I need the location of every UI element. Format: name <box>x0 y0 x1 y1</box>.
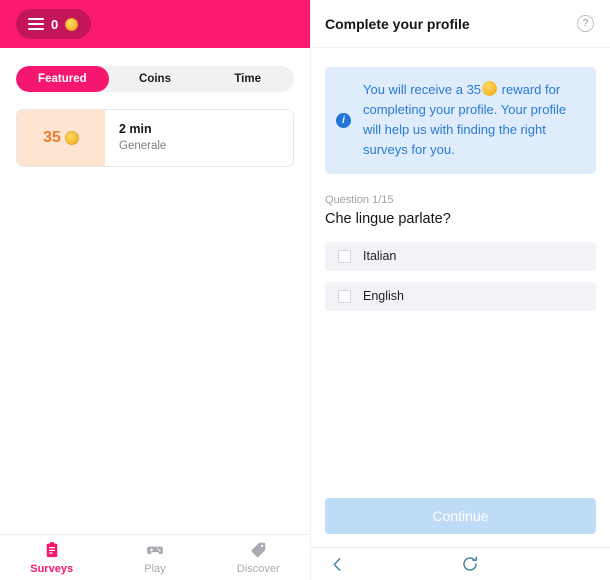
profile-body: i You will receive a 35 reward for compl… <box>311 48 610 498</box>
nav-item-play-label: Play <box>144 562 166 575</box>
app-screen: 0 Featured Coins Time 35 2 min Generale … <box>0 0 610 580</box>
reward-info-text: You will receive a 35 reward for complet… <box>363 80 584 161</box>
survey-duration: 2 min <box>119 122 152 137</box>
tab-coins-label: Coins <box>139 73 171 85</box>
menu-coin-pill[interactable]: 0 <box>16 9 92 39</box>
answer-options-list: Italian English <box>325 241 596 311</box>
clipboard-icon <box>46 541 57 557</box>
reload-button[interactable] <box>423 548 517 580</box>
info-icon-glyph: i <box>342 114 345 126</box>
surveys-body: Featured Coins Time 35 2 min Generale <box>0 48 310 534</box>
survey-reward-block: 35 <box>17 110 105 166</box>
checkbox-italian[interactable] <box>338 249 351 263</box>
continue-button[interactable]: Continue <box>325 498 596 534</box>
tag-icon <box>251 542 266 557</box>
tab-time-label: Time <box>234 73 261 85</box>
coin-balance-label: 0 <box>51 16 59 32</box>
profile-header: Complete your profile ? <box>311 0 610 48</box>
tab-featured[interactable]: Featured <box>16 66 109 92</box>
coin-icon <box>482 81 498 96</box>
coin-icon <box>64 131 79 145</box>
gamepad-icon <box>147 546 163 554</box>
nav-item-discover-label: Discover <box>236 562 280 575</box>
continue-button-container: Continue <box>311 498 610 547</box>
app-header: 0 <box>0 0 310 48</box>
survey-category: Generale <box>119 140 167 153</box>
answer-option-english-label: English <box>363 289 404 304</box>
answer-option-english[interactable]: English <box>325 281 596 311</box>
page-title: Complete your profile <box>325 15 470 32</box>
question-text: Che lingue parlate? <box>325 210 451 227</box>
nav-item-surveys-label: Surveys <box>30 562 74 575</box>
refresh-icon <box>462 556 477 571</box>
surveys-panel: 0 Featured Coins Time 35 2 min Generale … <box>0 0 310 580</box>
chevron-left-icon <box>333 557 341 571</box>
answer-option-italian-label: Italian <box>363 249 397 264</box>
tab-coins[interactable]: Coins <box>109 66 202 92</box>
hamburger-icon[interactable] <box>28 18 44 30</box>
survey-reward-amount: 35 <box>43 129 61 146</box>
tab-time[interactable]: Time <box>201 66 294 92</box>
survey-card[interactable]: 35 2 min Generale <box>16 109 294 167</box>
nav-item-surveys[interactable]: Surveys <box>0 541 103 575</box>
browser-nav-spacer <box>516 548 610 580</box>
nav-item-play[interactable]: Play <box>103 541 206 575</box>
nav-item-discover[interactable]: Discover <box>207 541 310 575</box>
question-mark-circle-icon[interactable]: ? <box>577 15 594 32</box>
browser-navigation-bar <box>311 547 610 580</box>
help-icon-glyph: ? <box>582 18 589 29</box>
bottom-navigation-bar: Surveys Play Discover <box>0 534 310 580</box>
answer-option-italian[interactable]: Italian <box>325 241 596 271</box>
profile-panel: Complete your profile ? i You will recei… <box>310 0 610 580</box>
coin-icon <box>65 17 79 31</box>
reward-info-box: i You will receive a 35 reward for compl… <box>325 67 596 174</box>
survey-card-info: 2 min Generale <box>105 110 293 166</box>
info-text-part-1: You will receive a 35 <box>363 82 482 97</box>
back-button[interactable] <box>311 548 423 580</box>
question-counter: Question 1/15 <box>325 193 394 206</box>
info-circle-icon: i <box>336 112 351 128</box>
survey-filter-tabs: Featured Coins Time <box>16 66 294 92</box>
tab-featured-label: Featured <box>38 73 87 85</box>
checkbox-english[interactable] <box>338 289 351 303</box>
